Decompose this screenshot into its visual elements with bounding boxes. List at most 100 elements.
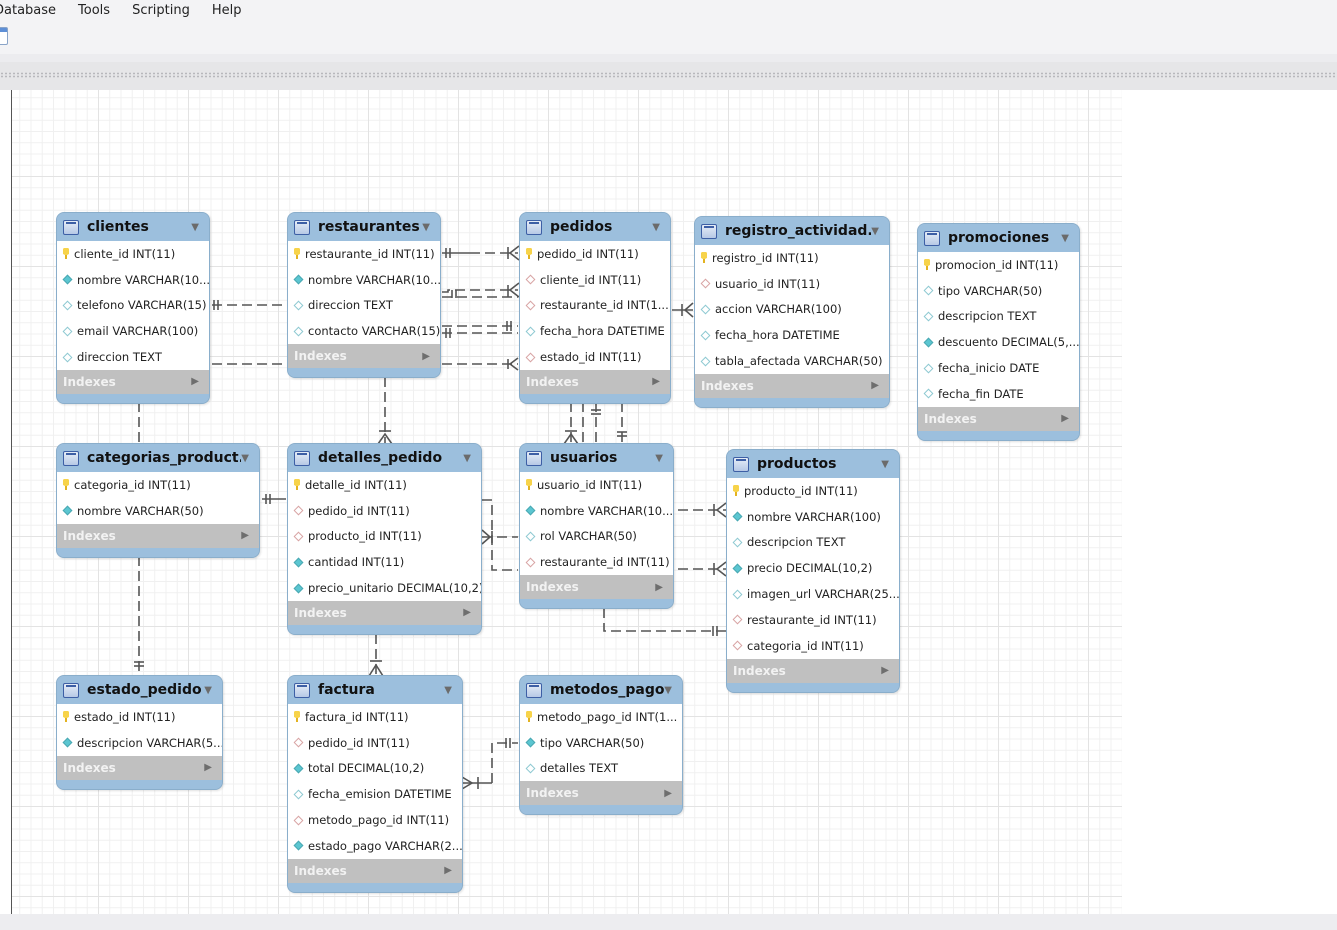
column-row[interactable]: usuario_id INT(11) xyxy=(695,271,889,297)
column-row[interactable]: registro_id INT(11) xyxy=(695,245,889,271)
expand-arrow-icon[interactable]: ▶ xyxy=(664,788,672,799)
indexes-section[interactable]: Indexes ▶ xyxy=(288,858,462,883)
column-row[interactable]: restaurante_id INT(11) xyxy=(288,241,440,267)
collapse-chevron-icon[interactable]: ▼ xyxy=(444,685,452,696)
indexes-section[interactable]: Indexes ▶ xyxy=(57,369,209,394)
column-row[interactable]: pedido_id INT(11) xyxy=(288,730,462,756)
column-row[interactable]: total DECIMAL(10,2) xyxy=(288,756,462,782)
column-row[interactable]: fecha_emision DATETIME xyxy=(288,781,462,807)
column-row[interactable]: categoria_id INT(11) xyxy=(727,633,899,659)
column-row[interactable]: fecha_inicio DATE xyxy=(918,355,1079,381)
collapse-chevron-icon[interactable]: ▼ xyxy=(652,222,660,233)
column-row[interactable]: precio DECIMAL(10,2) xyxy=(727,555,899,581)
expand-arrow-icon[interactable]: ▶ xyxy=(881,665,889,676)
column-row[interactable]: rol VARCHAR(50) xyxy=(520,524,673,550)
indexes-section[interactable]: Indexes ▶ xyxy=(57,523,259,548)
indexes-section[interactable]: Indexes ▶ xyxy=(288,600,481,625)
column-row[interactable]: accion VARCHAR(100) xyxy=(695,297,889,323)
table-header[interactable]: categorias_product... ▼ xyxy=(57,444,259,472)
table-clientes[interactable]: clientes ▼ cliente_id INT(11) nombre VARCHA… xyxy=(56,212,210,404)
column-row[interactable]: restaurante_id INT(11) xyxy=(727,607,899,633)
column-row[interactable]: restaurante_id INT(11) xyxy=(520,549,673,575)
table-header[interactable]: estado_pedido ▼ xyxy=(57,676,222,704)
column-row[interactable]: producto_id INT(11) xyxy=(727,478,899,504)
table-promociones[interactable]: promociones ▼ promocion_id INT(11) tipo VAR… xyxy=(917,223,1080,441)
table-categorias-productos[interactable]: categorias_product... ▼ categoria_id INT(1… xyxy=(56,443,260,558)
column-row[interactable]: contacto VARCHAR(15) xyxy=(288,318,440,344)
column-row[interactable]: direccion TEXT xyxy=(57,344,209,370)
column-row[interactable]: descripcion TEXT xyxy=(727,530,899,556)
column-row[interactable]: direccion TEXT xyxy=(288,293,440,319)
expand-arrow-icon[interactable]: ▶ xyxy=(871,380,879,391)
column-row[interactable]: tabla_afectada VARCHAR(50) xyxy=(695,348,889,374)
column-row[interactable]: fecha_fin DATE xyxy=(918,381,1079,407)
column-row[interactable]: estado_id INT(11) xyxy=(520,344,670,370)
column-row[interactable]: pedido_id INT(11) xyxy=(288,498,481,524)
column-row[interactable]: nombre VARCHAR(10... xyxy=(520,498,673,524)
collapse-chevron-icon[interactable]: ▼ xyxy=(881,459,889,470)
expand-arrow-icon[interactable]: ▶ xyxy=(191,376,199,387)
collapse-chevron-icon[interactable]: ▼ xyxy=(655,453,663,464)
table-header[interactable]: metodos_pago ▼ xyxy=(520,676,682,704)
column-row[interactable]: tipo VARCHAR(50) xyxy=(918,278,1079,304)
column-row[interactable]: email VARCHAR(100) xyxy=(57,318,209,344)
table-restaurantes[interactable]: restaurantes ▼ restaurante_id INT(11) nombr… xyxy=(287,212,441,379)
table-header[interactable]: pedidos ▼ xyxy=(520,213,670,241)
column-row[interactable]: usuario_id INT(11) xyxy=(520,472,673,498)
column-row[interactable]: detalle_id INT(11) xyxy=(288,472,481,498)
column-row[interactable]: cliente_id INT(11) xyxy=(57,241,209,267)
menu-help[interactable]: Help xyxy=(212,3,242,18)
table-header[interactable]: usuarios ▼ xyxy=(520,444,673,472)
expand-arrow-icon[interactable]: ▶ xyxy=(241,530,249,541)
column-row[interactable]: restaurante_id INT(1... xyxy=(520,293,670,319)
new-document-icon[interactable] xyxy=(0,27,8,45)
menu-tools[interactable]: Tools xyxy=(78,3,110,18)
collapse-chevron-icon[interactable]: ▼ xyxy=(664,685,672,696)
column-row[interactable]: detalles TEXT xyxy=(520,756,682,782)
panel-splitter[interactable] xyxy=(0,62,1337,90)
table-pedidos[interactable]: pedidos ▼ pedido_id INT(11) cliente_id INT(… xyxy=(519,212,671,404)
collapse-chevron-icon[interactable]: ▼ xyxy=(241,453,249,464)
table-header[interactable]: restaurantes ▼ xyxy=(288,213,440,241)
column-row[interactable]: metodo_pago_id INT(1... xyxy=(520,704,682,730)
indexes-section[interactable]: Indexes ▶ xyxy=(918,406,1079,431)
table-productos[interactable]: productos ▼ producto_id INT(11) nombre VARC… xyxy=(726,449,900,693)
column-row[interactable]: fecha_hora DATETIME xyxy=(695,322,889,348)
collapse-chevron-icon[interactable]: ▼ xyxy=(1061,233,1069,244)
collapse-chevron-icon[interactable]: ▼ xyxy=(204,685,212,696)
expand-arrow-icon[interactable]: ▶ xyxy=(655,582,663,593)
column-row[interactable]: categoria_id INT(11) xyxy=(57,472,259,498)
table-metodos-pago[interactable]: metodos_pago ▼ metodo_pago_id INT(1... tipo… xyxy=(519,675,683,816)
table-header[interactable]: clientes ▼ xyxy=(57,213,209,241)
column-row[interactable]: fecha_hora DATETIME xyxy=(520,318,670,344)
column-row[interactable]: estado_id INT(11) xyxy=(57,704,222,730)
expand-arrow-icon[interactable]: ▶ xyxy=(422,351,430,362)
column-row[interactable]: telefono VARCHAR(15) xyxy=(57,293,209,319)
column-row[interactable]: estado_pago VARCHAR(2... xyxy=(288,833,462,859)
indexes-section[interactable]: Indexes ▶ xyxy=(727,658,899,683)
menu-database[interactable]: Database xyxy=(0,3,56,18)
collapse-chevron-icon[interactable]: ▼ xyxy=(463,453,471,464)
table-estado-pedido[interactable]: estado_pedido ▼ estado_id INT(11) descripci… xyxy=(56,675,223,790)
expand-arrow-icon[interactable]: ▶ xyxy=(463,607,471,618)
menu-scripting[interactable]: Scripting xyxy=(132,3,190,18)
collapse-chevron-icon[interactable]: ▼ xyxy=(422,222,430,233)
column-row[interactable]: imagen_url VARCHAR(25... xyxy=(727,581,899,607)
table-usuarios[interactable]: usuarios ▼ usuario_id INT(11) nombre VARCHA… xyxy=(519,443,674,610)
indexes-section[interactable]: Indexes ▶ xyxy=(520,369,670,394)
column-row[interactable]: tipo VARCHAR(50) xyxy=(520,730,682,756)
indexes-section[interactable]: Indexes ▶ xyxy=(57,755,222,780)
table-registro-actividad[interactable]: registro_actividad... ▼ registro_id INT(11… xyxy=(694,216,890,408)
column-row[interactable]: metodo_pago_id INT(11) xyxy=(288,807,462,833)
splitter-grip[interactable] xyxy=(0,72,1337,78)
table-header[interactable]: promociones ▼ xyxy=(918,224,1079,252)
collapse-chevron-icon[interactable]: ▼ xyxy=(191,222,199,233)
table-header[interactable]: productos ▼ xyxy=(727,450,899,478)
column-row[interactable]: nombre VARCHAR(100) xyxy=(727,504,899,530)
indexes-section[interactable]: Indexes ▶ xyxy=(695,373,889,398)
column-row[interactable]: descuento DECIMAL(5,... xyxy=(918,329,1079,355)
column-row[interactable]: cliente_id INT(11) xyxy=(520,267,670,293)
expand-arrow-icon[interactable]: ▶ xyxy=(204,762,212,773)
expand-arrow-icon[interactable]: ▶ xyxy=(444,865,452,876)
indexes-section[interactable]: Indexes ▶ xyxy=(520,575,673,600)
